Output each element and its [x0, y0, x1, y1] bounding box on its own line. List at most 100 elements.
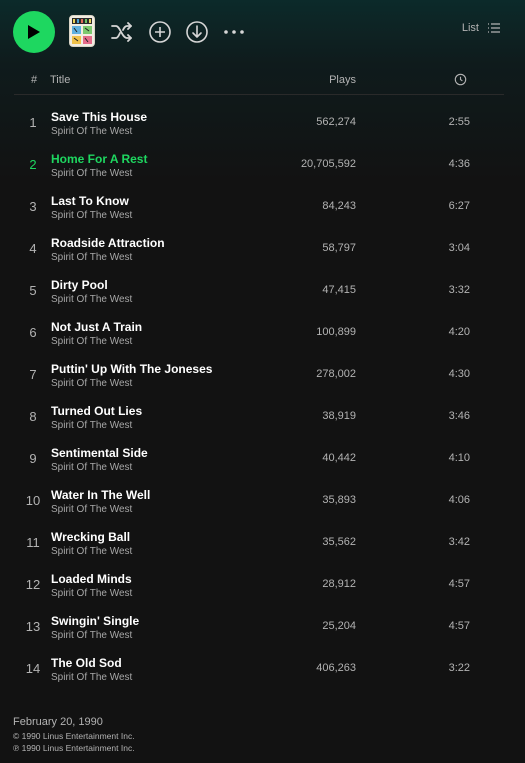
- track-plays: 40,442: [322, 452, 356, 464]
- track-duration: 6:27: [448, 200, 470, 212]
- track-duration: 3:22: [448, 662, 470, 674]
- column-header-plays[interactable]: Plays: [329, 74, 356, 86]
- track-number: 11: [26, 535, 40, 550]
- track-row[interactable]: 5 Dirty Pool Spirit Of The West 47,415 3:32: [14, 270, 504, 312]
- track-plays: 100,899: [316, 326, 356, 338]
- track-duration: 4:30: [448, 368, 470, 380]
- track-row[interactable]: 2 Home For A Rest Spirit Of The West 20,705…: [14, 144, 504, 186]
- track-row[interactable]: 13 Swingin' Single Spirit Of The West 25,20…: [14, 606, 504, 648]
- add-to-library-button[interactable]: [146, 18, 174, 46]
- track-number: 1: [29, 115, 37, 130]
- track-duration: 4:57: [448, 578, 470, 590]
- track-row[interactable]: 6 Not Just A Train Spirit Of The West 100,8…: [14, 312, 504, 354]
- track-number: 13: [25, 619, 41, 634]
- track-plays: 47,415: [322, 284, 356, 296]
- track-title[interactable]: Puttin' Up With The Joneses: [51, 362, 212, 376]
- download-icon: [185, 20, 209, 44]
- track-row[interactable]: 9 Sentimental Side Spirit Of The West 40,44…: [14, 438, 504, 480]
- track-plays: 406,263: [316, 662, 356, 674]
- track-row[interactable]: 1 Save This House Spirit Of The West 562,27…: [14, 102, 504, 144]
- track-title[interactable]: Wrecking Ball: [51, 530, 130, 544]
- album-art-thumbnail[interactable]: [69, 15, 95, 47]
- more-icon: [223, 29, 245, 35]
- tracklist: 1 Save This House Spirit Of The West 562,27…: [14, 102, 504, 690]
- track-number: 10: [25, 493, 41, 508]
- track-number: 5: [29, 283, 37, 298]
- track-duration: 3:04: [448, 242, 470, 254]
- track-artist[interactable]: Spirit Of The West: [51, 168, 132, 179]
- track-row[interactable]: 4 Roadside Attraction Spirit Of The West 58…: [14, 228, 504, 270]
- track-artist[interactable]: Spirit Of The West: [51, 294, 132, 305]
- track-row[interactable]: 3 Last To Know Spirit Of The West 84,243 6:2…: [14, 186, 504, 228]
- track-number: 4: [29, 241, 37, 256]
- track-title[interactable]: Loaded Minds: [51, 572, 132, 586]
- track-plays: 35,562: [322, 536, 356, 548]
- track-title[interactable]: Save This House: [51, 110, 147, 124]
- track-artist[interactable]: Spirit Of The West: [51, 672, 132, 683]
- view-toggle-label: List: [461, 22, 479, 34]
- track-artist[interactable]: Spirit Of The West: [51, 462, 132, 473]
- download-button[interactable]: [183, 18, 211, 46]
- track-title[interactable]: Roadside Attraction: [51, 236, 165, 250]
- track-number: 12: [25, 577, 41, 592]
- clock-icon[interactable]: [454, 73, 467, 86]
- track-duration: 4:06: [448, 494, 470, 506]
- track-number: 7: [29, 367, 37, 382]
- track-plays: 84,243: [322, 200, 356, 212]
- track-artist[interactable]: Spirit Of The West: [51, 252, 132, 263]
- track-plays: 278,002: [316, 368, 356, 380]
- track-number: 14: [25, 661, 41, 676]
- track-artist[interactable]: Spirit Of The West: [51, 504, 132, 515]
- track-title[interactable]: Not Just A Train: [51, 320, 142, 334]
- track-row[interactable]: 12 Loaded Minds Spirit Of The West 28,912 4:…: [14, 564, 504, 606]
- track-artist[interactable]: Spirit Of The West: [51, 420, 132, 431]
- shuffle-icon: [110, 22, 134, 42]
- track-number: 2: [29, 157, 37, 172]
- track-plays: 35,893: [322, 494, 356, 506]
- track-title[interactable]: Home For A Rest: [51, 152, 147, 166]
- track-duration: 3:46: [448, 410, 470, 422]
- track-title[interactable]: Sentimental Side: [51, 446, 148, 460]
- track-title[interactable]: Swingin' Single: [51, 614, 139, 628]
- track-plays: 58,797: [322, 242, 356, 254]
- track-plays: 562,274: [316, 116, 356, 128]
- copyright-text: © 1990 Linus Entertainment Inc.: [13, 731, 135, 741]
- album-footer: February 20, 1990 © 1990 Linus Entertain…: [13, 716, 135, 754]
- track-row[interactable]: 8 Turned Out Lies Spirit Of The West 38,919…: [14, 396, 504, 438]
- track-artist[interactable]: Spirit Of The West: [51, 210, 132, 221]
- column-header-title[interactable]: Title: [50, 74, 70, 86]
- more-options-button[interactable]: [220, 18, 248, 46]
- track-duration: 3:32: [448, 284, 470, 296]
- track-number: 8: [29, 409, 37, 424]
- track-artist[interactable]: Spirit Of The West: [51, 336, 132, 347]
- track-row[interactable]: 14 The Old Sod Spirit Of The West 406,263 3:…: [14, 648, 504, 690]
- track-plays: 20,705,592: [300, 158, 356, 170]
- track-duration: 2:55: [448, 116, 470, 128]
- track-title[interactable]: Turned Out Lies: [51, 404, 142, 418]
- shuffle-button[interactable]: [108, 18, 136, 46]
- view-toggle-button[interactable]: List: [462, 22, 501, 34]
- track-row[interactable]: 7 Puttin' Up With The Joneses Spirit Of Th…: [14, 354, 504, 396]
- tracklist-header: # Title Plays: [14, 70, 504, 95]
- track-artist[interactable]: Spirit Of The West: [51, 546, 132, 557]
- track-title[interactable]: The Old Sod: [51, 656, 122, 670]
- play-icon: [27, 24, 41, 40]
- track-artist[interactable]: Spirit Of The West: [51, 126, 132, 137]
- play-button[interactable]: [13, 11, 55, 53]
- track-title[interactable]: Dirty Pool: [51, 278, 108, 292]
- release-date: February 20, 1990: [13, 716, 103, 728]
- track-plays: 38,919: [322, 410, 356, 422]
- track-duration: 4:36: [448, 158, 470, 170]
- column-header-number: #: [30, 74, 38, 86]
- track-number: 6: [29, 325, 37, 340]
- track-artist[interactable]: Spirit Of The West: [51, 378, 132, 389]
- track-duration: 4:10: [448, 452, 470, 464]
- track-artist[interactable]: Spirit Of The West: [51, 630, 132, 641]
- track-plays: 28,912: [322, 578, 356, 590]
- track-row[interactable]: 10 Water In The Well Spirit Of The West 35,…: [14, 480, 504, 522]
- track-number: 9: [29, 451, 37, 466]
- track-title[interactable]: Water In The Well: [51, 488, 150, 502]
- track-row[interactable]: 11 Wrecking Ball Spirit Of The West 35,562 3…: [14, 522, 504, 564]
- track-title[interactable]: Last To Know: [51, 194, 129, 208]
- track-artist[interactable]: Spirit Of The West: [51, 588, 132, 599]
